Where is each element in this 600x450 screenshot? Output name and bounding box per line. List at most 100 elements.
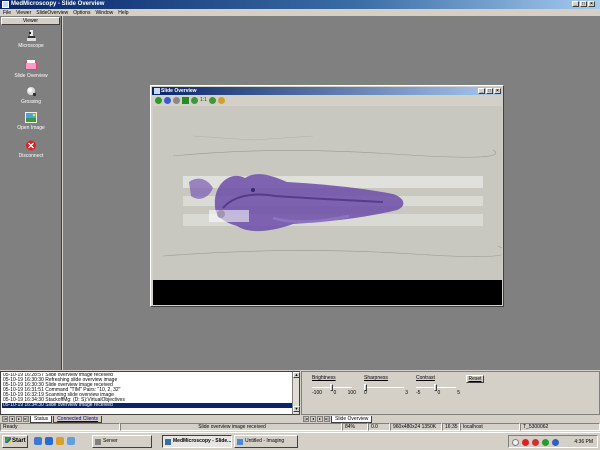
tray-status-icon[interactable] (542, 439, 549, 446)
scroll-down-icon[interactable]: ▼ (293, 406, 300, 412)
stop-icon[interactable] (173, 96, 180, 104)
close-button[interactable]: × (588, 1, 595, 7)
tick-label: 3 (405, 390, 408, 396)
menu-viewer[interactable]: Viewer (16, 10, 31, 16)
image-adjust-panel: Brightness -100 0 100 Sharpness 0 3 Cont… (301, 371, 600, 415)
next-tab-icon[interactable]: ▸ (16, 416, 22, 422)
status-log[interactable]: 05-10-19 16:28:57 Slide overview image r… (0, 371, 300, 415)
adjust-tabs: |◂ ◂ ▸ ▸| Slide Overview (303, 415, 373, 423)
status-ready: Ready (0, 423, 120, 431)
disconnect-icon (26, 140, 36, 151)
tray-security-icon[interactable] (522, 439, 529, 446)
contrast-control: Contrast -5 0 5 (416, 375, 460, 396)
log-tabs: |◂ ◂ ▸ ▸| Status Connected Clients (2, 415, 103, 423)
sidebar-item-label: Open Image (17, 125, 45, 131)
quicklaunch-media-icon[interactable] (67, 437, 75, 445)
title-bar[interactable]: MedMicroscopy - Slide Overview _ □ × (0, 0, 600, 9)
log-scrollbar[interactable]: ▲ ▼ (292, 372, 300, 414)
last-tab-icon[interactable]: ▸| (324, 416, 330, 422)
tray-volume-icon[interactable] (552, 439, 559, 446)
start-label: Start (12, 438, 26, 444)
scroll-track[interactable] (293, 378, 299, 406)
last-tab-icon[interactable]: ▸| (23, 416, 29, 422)
menu-help[interactable]: Help (118, 10, 128, 16)
tick-label: -100 (312, 390, 323, 396)
sidebar-item-label: Disconnect (18, 153, 44, 159)
minimize-button[interactable]: _ (572, 1, 579, 7)
prev-tab-icon[interactable]: ◂ (9, 416, 15, 422)
slide-window-maximize-button[interactable]: □ (486, 88, 493, 94)
sidebar-item-grossing[interactable]: Grossing (0, 86, 62, 105)
slide-window-title: Slide Overview (161, 88, 197, 94)
grid-icon[interactable] (182, 96, 189, 104)
taskbar-button-server[interactable]: Server (92, 435, 152, 448)
server-icon (95, 439, 101, 445)
tab-slide-overview[interactable]: Slide Overview (331, 415, 373, 423)
viewer-sidebar: Viewer Microscope Slide Overview Grossin… (0, 16, 62, 370)
brightness-label: Brightness (312, 375, 336, 381)
status-host: localhost (460, 423, 520, 431)
sidebar-header: Viewer (1, 17, 60, 25)
slide-toolbar: 1:1 (155, 96, 225, 104)
zoom-out-icon[interactable] (208, 96, 216, 104)
taskbar: Start Server MedMicroscopy - Slide... Un… (0, 432, 600, 450)
quicklaunch-ie-icon[interactable] (45, 437, 53, 445)
prev-tab-icon[interactable]: ◂ (310, 416, 316, 422)
slide-window-close-button[interactable]: × (494, 88, 501, 94)
next-tab-icon[interactable]: ▸ (317, 416, 323, 422)
windows-logo-icon (5, 437, 11, 444)
sidebar-item-open-image[interactable]: Open Image (0, 112, 62, 131)
taskbar-button-imaging[interactable]: Untitled - Imaging (234, 435, 298, 448)
maximize-button[interactable]: □ (580, 1, 587, 7)
start-button[interactable]: Start (2, 435, 28, 448)
zoom-1-1-button[interactable]: 1:1 (200, 97, 207, 104)
menu-options[interactable]: Options (73, 10, 90, 16)
sidebar-item-label: Slide Overview (14, 73, 48, 79)
taskbar-button-medmicroscopy[interactable]: MedMicroscopy - Slide... (162, 435, 232, 448)
slide-overview-window[interactable]: Slide Overview _ □ × 1:1 (150, 85, 504, 307)
taskbar-button-label: MedMicroscopy - Slide... (173, 438, 232, 444)
settings-icon[interactable] (217, 96, 225, 104)
slide-icon (25, 60, 37, 70)
play-icon[interactable] (155, 96, 162, 104)
menu-file[interactable]: File (3, 10, 11, 16)
refresh-icon[interactable] (164, 96, 171, 104)
window-title: MedMicroscopy - Slide Overview (11, 1, 105, 7)
tray-alert-icon[interactable] (532, 439, 539, 446)
sharpness-ticks: 0 3 (364, 390, 408, 396)
sidebar-item-slide-overview[interactable]: Slide Overview (0, 60, 62, 79)
sidebar-item-label: Microscope (18, 43, 44, 49)
tray-network-icon[interactable] (512, 439, 519, 446)
grossing-icon (27, 87, 36, 96)
tick-label: 0 (364, 390, 367, 396)
tick-label: 5 (457, 390, 460, 396)
reset-button[interactable]: Reset (466, 375, 484, 383)
contrast-ticks: -5 0 5 (416, 390, 460, 396)
first-tab-icon[interactable]: |◂ (303, 416, 309, 422)
quicklaunch-explorer-icon[interactable] (56, 437, 64, 445)
slide-window-title-bar[interactable]: Slide Overview _ □ × (152, 87, 502, 95)
tick-label: 0 (333, 390, 337, 396)
tab-connected-clients[interactable]: Connected Clients (53, 415, 103, 423)
slide-window-icon (154, 88, 160, 94)
menu-slideoverview[interactable]: SlideOverview (36, 10, 68, 16)
tick-label: -5 (416, 390, 421, 396)
sidebar-item-disconnect[interactable]: Disconnect (0, 140, 62, 159)
sidebar-item-microscope[interactable]: Microscope (0, 30, 62, 49)
slide-window-minimize-button[interactable]: _ (478, 88, 485, 94)
status-resolution: 960x480x24 1350K (390, 423, 442, 431)
tab-status[interactable]: Status (30, 415, 53, 423)
status-value: 0.0 (368, 423, 390, 431)
app-window: MedMicroscopy - Slide Overview _ □ × Fil… (0, 0, 600, 450)
zoom-in-icon[interactable] (191, 96, 198, 104)
sharpness-label: Sharpness (364, 375, 388, 381)
status-id: T_5300062 (520, 423, 600, 431)
sharpness-control: Sharpness 0 3 (364, 375, 408, 396)
quicklaunch-desktop-icon[interactable] (34, 437, 42, 445)
first-tab-icon[interactable]: |◂ (2, 416, 8, 422)
log-line-selected[interactable]: 05-10-19 16:34:30 Slide overview image r… (2, 402, 292, 408)
slide-image-view[interactable] (153, 106, 502, 305)
taskbar-clock: 4:36 PM (574, 439, 593, 445)
menu-window[interactable]: Window (95, 10, 113, 16)
status-zoom: 84% (342, 423, 368, 431)
